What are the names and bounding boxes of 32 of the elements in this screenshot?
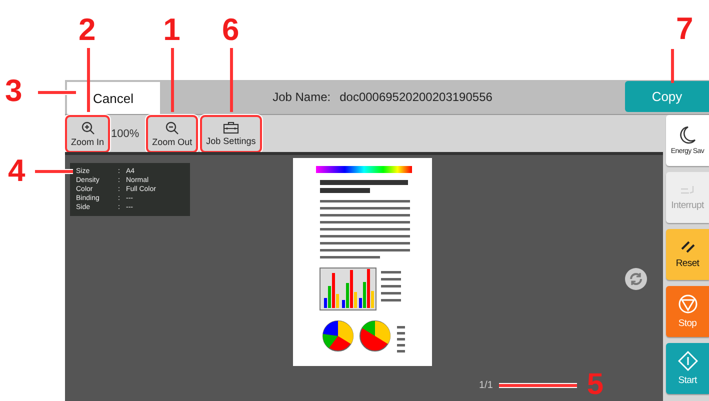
toolbox-icon (222, 121, 239, 134)
callout-number: 2 (78, 14, 96, 44)
callout-frame (200, 114, 262, 152)
callout-frame (146, 114, 198, 152)
callout-number: 1 (163, 14, 180, 44)
callout-line (230, 48, 233, 112)
double-slash-icon (680, 240, 694, 254)
interrupt-icon (680, 184, 696, 196)
zoom-out-button[interactable]: Zoom Out (149, 116, 196, 150)
callout-number: 7 (676, 13, 694, 44)
zoom-level: 100% (111, 128, 140, 140)
callout-number: 5 (586, 370, 604, 400)
callout-line (86, 48, 90, 112)
reset-button[interactable]: Reset (666, 229, 709, 280)
job-settings-button[interactable]: Job Settings (203, 116, 259, 150)
zoom-in-icon (80, 120, 94, 134)
start-icon (678, 351, 698, 371)
moon-icon (680, 126, 696, 144)
job-name: doc00069520200203190556 (340, 90, 492, 104)
callout-number: 4 (8, 155, 26, 186)
callout-number: 3 (5, 75, 22, 106)
zoom-out-icon (165, 120, 180, 134)
zoom-in-button[interactable]: Zoom In (68, 116, 108, 150)
callout-frame (65, 114, 110, 152)
stop-icon (678, 294, 698, 314)
callout-line (671, 49, 674, 83)
callout-line (171, 48, 174, 112)
cancel-button[interactable]: Cancel (67, 82, 160, 114)
job-name-label: Job Name: (272, 90, 331, 104)
rotate-icon[interactable] (625, 268, 647, 290)
page-counter: 1/1 (479, 380, 493, 390)
callout-number: 6 (222, 14, 240, 44)
